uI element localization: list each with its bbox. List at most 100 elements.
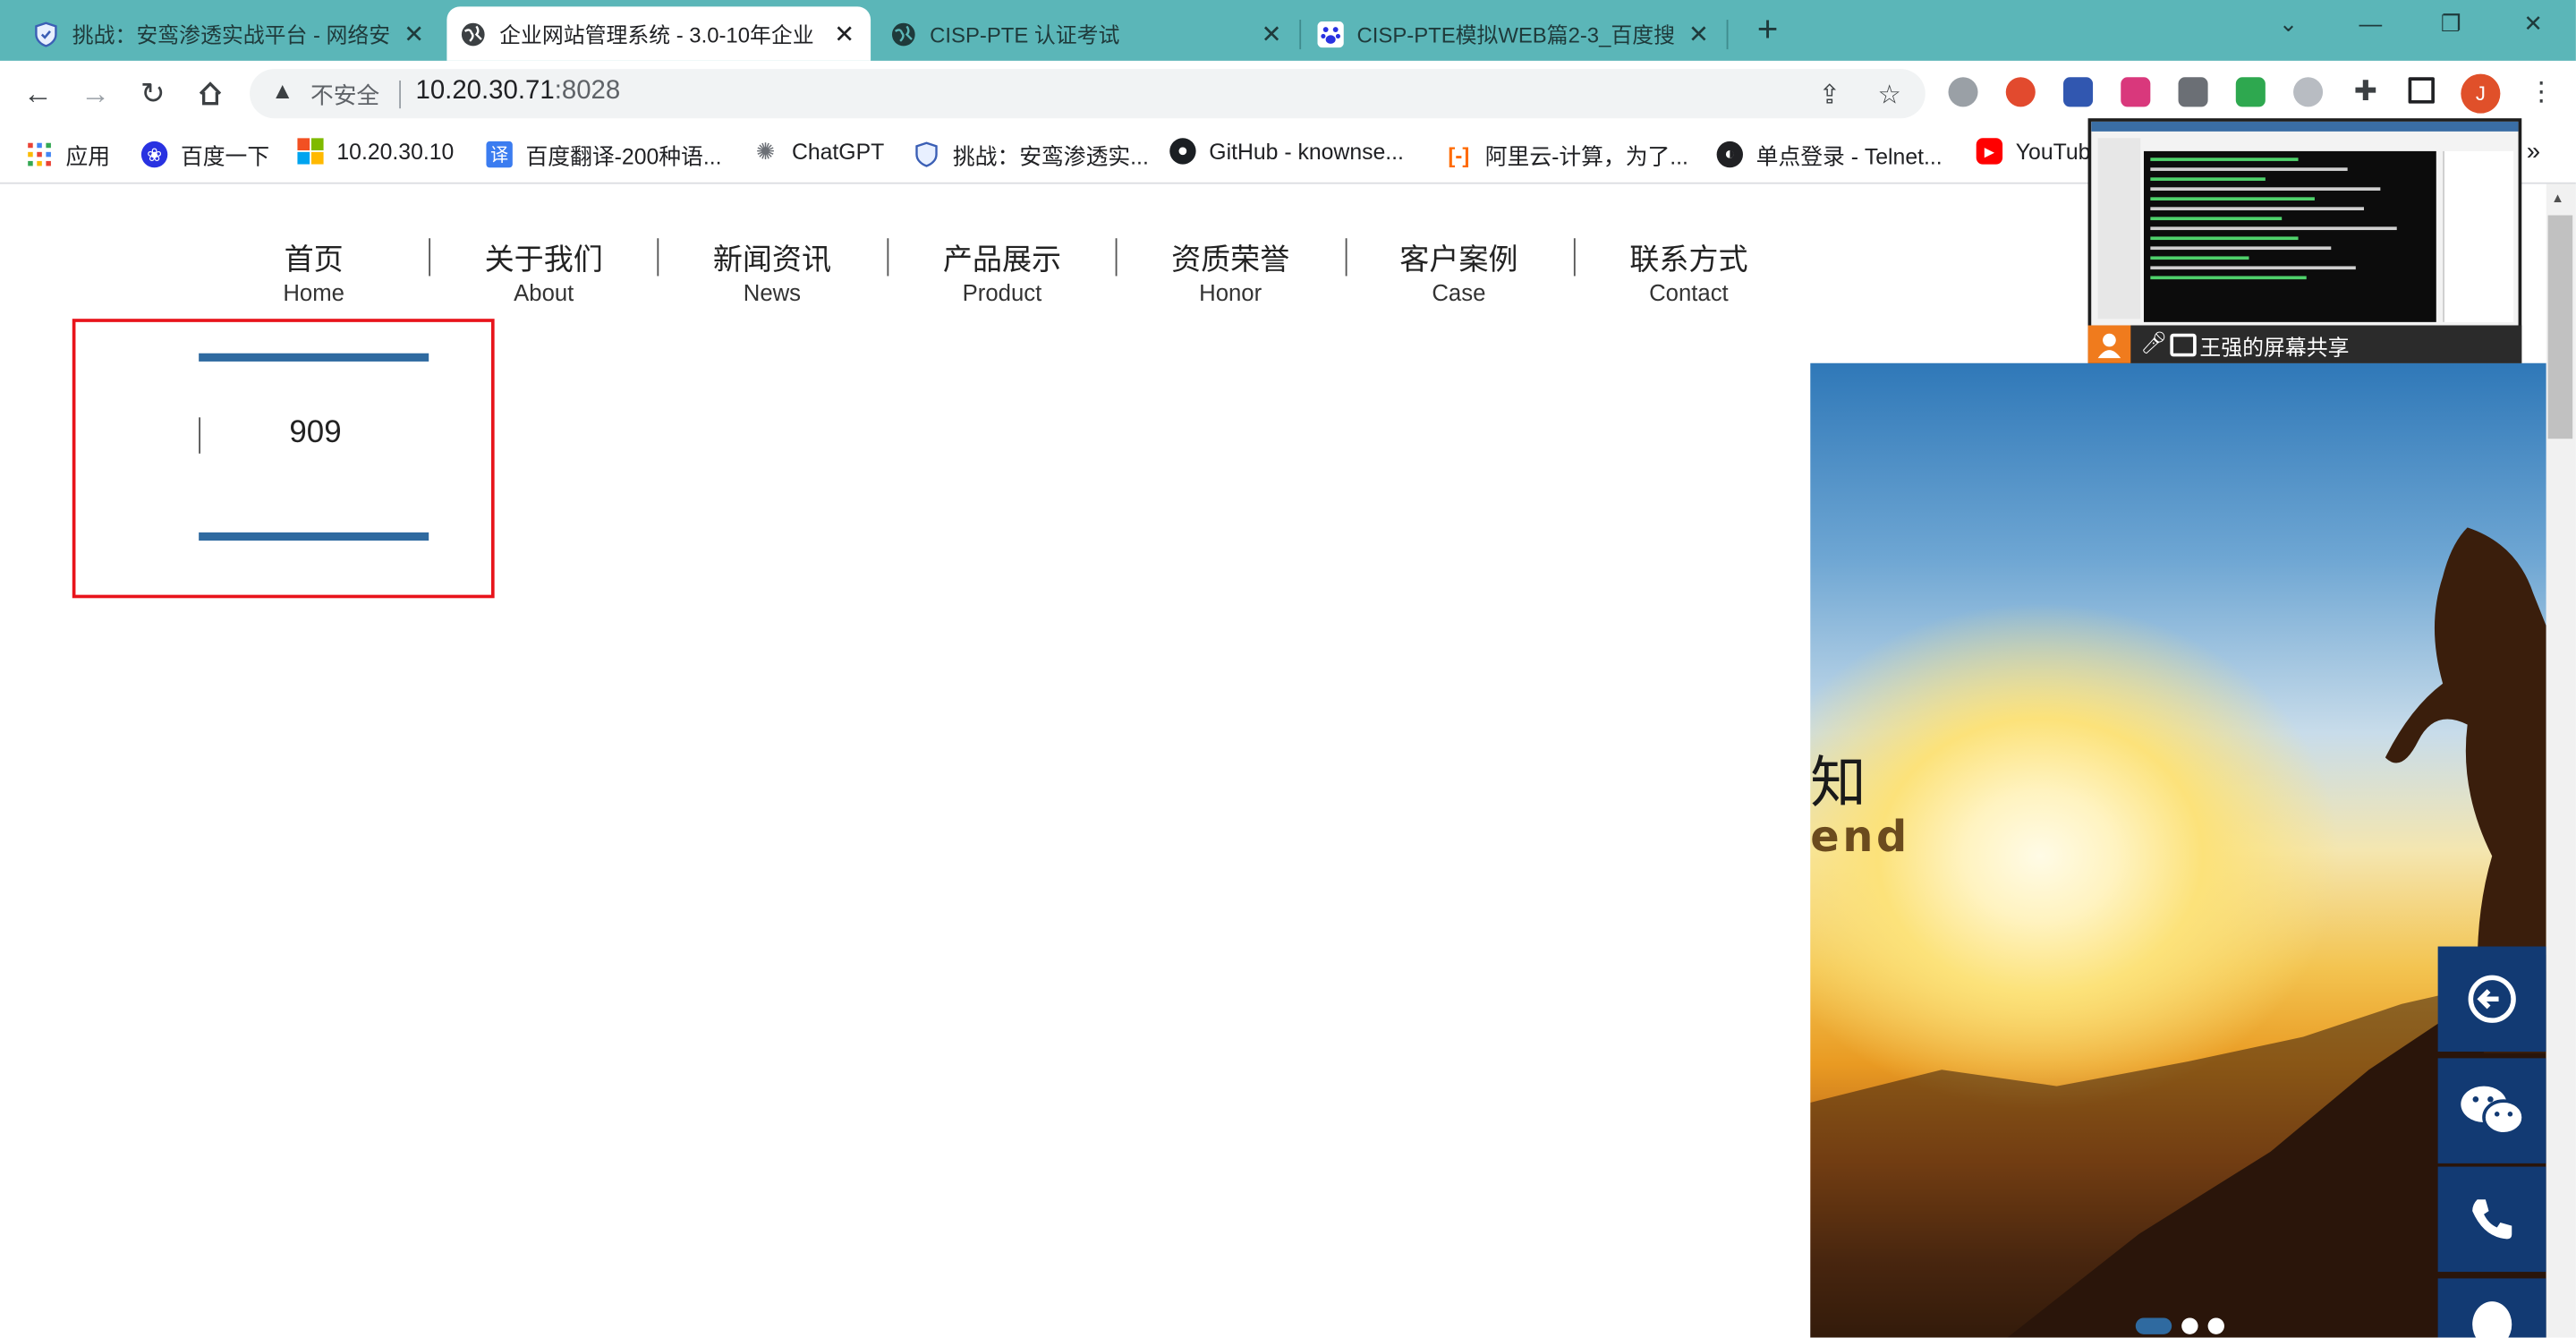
bookmarks-overflow-button[interactable]: » [2527,138,2540,166]
tab-3[interactable]: CISP-PTE 认证考试 ✕ [877,6,1297,61]
banner-heading-en: end [1810,813,1910,863]
scroll-up-arrow-icon[interactable]: ▲ [2551,191,2564,206]
side-panel-icon[interactable] [2408,77,2435,104]
screen-share-bar: 🎤︎ 王强的屏幕共享 [2087,325,2522,363]
extension-gear-icon[interactable] [2293,77,2324,107]
extension-copy-icon[interactable] [2178,77,2208,107]
nav-separator [1115,238,1118,277]
screen-share-overlay[interactable]: 🎤︎ 王强的屏幕共享 [2087,118,2522,363]
nav-label-cn: 资质荣誉 [1171,243,1290,277]
tab-4[interactable]: CISP-PTE模拟WEB篇2-3_百度搜 ✕ [1305,6,1725,61]
qq-button[interactable] [2437,1278,2546,1338]
scrollbar-thumb[interactable] [2547,215,2573,439]
extension-globe-icon[interactable] [1948,77,1978,107]
bookmark-star-icon[interactable]: ☆ [1878,79,1901,112]
bookmark-youtube[interactable]: ▶ YouTub [1976,138,2090,165]
bookmark-chatgpt[interactable]: ✺ ChatGPT [752,137,885,164]
share-icon[interactable]: ⇪ [1818,79,1841,112]
tab-strip: 挑战：安鸾渗透实战平台 - 网络安全 ✕ 企业网站管理系统 - 3.0-10年企… [0,0,2576,61]
nav-label-en: Product [962,279,1042,306]
tab-title: 挑战：安鸾渗透实战平台 - 网络安全 [72,22,391,48]
carousel-dot[interactable] [2207,1317,2224,1334]
nav-contact[interactable]: 联系方式 Contact [1590,240,1787,306]
tab-title: CISP-PTE模拟WEB篇2-3_百度搜 [1356,22,1675,48]
nav-label-en: About [514,279,574,306]
address-bar[interactable]: ▲ 不安全 10.20.30.71:8028 ⇪ ☆ [250,69,1926,119]
screen-share-icon[interactable] [2170,333,2197,357]
tab-close-icon[interactable]: ✕ [401,19,427,48]
back-circle-button[interactable] [2437,946,2546,1053]
nav-separator [887,238,889,277]
restore-button[interactable]: ❐ [2427,10,2476,38]
hero-banner[interactable]: 知 end [1810,362,2546,1338]
reload-icon[interactable]: ↻ [133,74,173,114]
bookmark-baidu-translate[interactable]: 译 百度翻译-200种语... [486,138,722,171]
nav-label-cn: 首页 [284,243,344,277]
tab-search-chevron-icon[interactable]: ⌄ [2264,10,2313,38]
warning-triangle-icon[interactable]: ▲ [271,77,293,103]
nav-product[interactable]: 产品展示 Product [904,240,1101,306]
close-window-button[interactable]: ✕ [2509,10,2558,38]
profile-avatar[interactable]: J [2461,73,2501,114]
banner-heading-cn: 知 [1810,751,1866,817]
tab-close-icon[interactable]: ✕ [1258,19,1284,48]
bookmark-label: 单点登录 - Telnet... [1756,144,1943,170]
bookmark-anluan[interactable]: 挑战：安鸾渗透实... [914,138,1149,171]
microphone-icon[interactable]: 🎤︎ [2140,330,2167,356]
nav-case[interactable]: 客户案例 Case [1360,240,1557,306]
accent-line-top [199,353,429,362]
url-port: :8028 [554,77,621,106]
extensions-puzzle-icon[interactable]: ✚ [2351,75,2380,107]
carousel-dot-active[interactable] [2135,1317,2172,1334]
nav-separator [1573,238,1576,277]
extension-cookie-icon[interactable] [2005,77,2036,107]
bookmark-telnet-sso[interactable]: ◐ 单点登录 - Telnet... [1716,138,1943,171]
tab-title: 企业网站管理系统 - 3.0-10年企业 [499,22,814,48]
tab-2-active[interactable]: 企业网站管理系统 - 3.0-10年企业 ✕ [446,6,871,61]
github-logo-icon: ● [1169,138,1196,165]
bookmark-10-20-30-10[interactable]: 10.20.30.10 [297,138,454,165]
chatgpt-logo-icon: ✺ [755,137,776,164]
tab-title: CISP-PTE 认证考试 [930,22,1120,48]
baidu-paw-icon: ❀ [140,141,168,168]
tab-close-icon[interactable]: ✕ [1686,19,1712,48]
new-tab-button[interactable]: + [1748,11,1788,51]
accent-line-bottom [199,532,429,541]
nav-label-en: Contact [1649,279,1729,306]
url-host: 10.20.30.71 [415,77,555,106]
nav-honor[interactable]: 资质荣誉 Honor [1132,240,1329,306]
nav-separator [1345,238,1348,277]
forward-arrow-icon[interactable]: → [75,74,115,114]
extension-translate-icon[interactable] [2121,77,2151,107]
nav-home[interactable]: 首页 Home [216,240,412,306]
tab-close-icon[interactable]: ✕ [831,19,857,48]
phone-button[interactable] [2437,1166,2546,1273]
nav-news[interactable]: 新闻资讯 News [674,240,871,306]
nav-label-cn: 关于我们 [484,243,603,277]
menu-kebab-icon[interactable]: ⋮ [2527,77,2556,107]
screen-share-label: 王强的屏幕共享 [2199,337,2350,362]
minimize-button[interactable]: — [2346,10,2395,36]
extension-save-icon[interactable] [2063,77,2094,107]
url-text[interactable]: 10.20.30.71:8028 [416,77,621,107]
bookmark-github[interactable]: ● GitHub - knownse... [1169,138,1404,165]
tab-1[interactable]: 挑战：安鸾渗透实战平台 - 网络安全 ✕ [20,6,440,61]
back-arrow-icon[interactable]: ← [18,74,57,114]
bookmark-label: 百度一下 [180,144,270,170]
nav-label-en: Home [283,279,344,306]
bookmark-label: ChatGPT [791,139,885,164]
wechat-button[interactable] [2437,1058,2546,1163]
user-avatar-icon [2087,325,2131,363]
bookmark-label: 应用 [65,144,111,170]
bookmark-baidu[interactable]: ❀ 百度一下 [140,138,270,171]
security-label[interactable]: 不安全 [310,79,379,112]
counter-tick [199,417,200,454]
home-icon[interactable] [191,74,230,114]
carousel-dot[interactable] [2181,1317,2198,1334]
bookmark-apps[interactable]: 应用 [26,138,110,171]
nav-about[interactable]: 关于我们 About [446,240,642,306]
bookmark-aliyun[interactable]: [-] 阿里云-计算，为了... [1446,138,1688,171]
nav-label-cn: 新闻资讯 [712,243,832,277]
extension-shield-icon[interactable] [2235,77,2266,107]
address-divider [399,80,401,109]
